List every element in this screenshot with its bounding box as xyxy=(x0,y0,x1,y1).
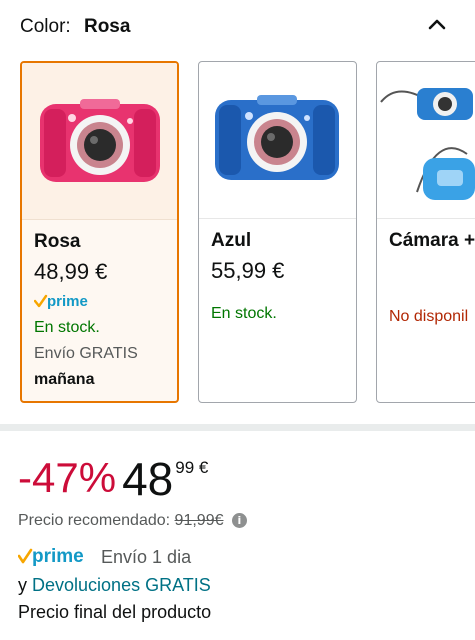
product-image-rosa xyxy=(22,63,177,220)
stock-status: No disponil xyxy=(389,308,469,325)
selected-color-value: Rosa xyxy=(83,16,131,37)
pink-camera-image xyxy=(40,99,160,182)
returns-line: y Devoluciones GRATIS xyxy=(18,575,211,596)
shipping-day: mañana xyxy=(34,371,95,388)
discount-percent: -47% xyxy=(18,454,117,501)
price-currency: € xyxy=(198,458,209,477)
prime-check-icon: prime xyxy=(33,293,88,310)
swatch-card-camara-plus[interactable]: Cámara + No disponil xyxy=(376,61,475,403)
price-cents: 99 xyxy=(175,458,195,477)
color-label: Color: xyxy=(20,16,71,37)
prime-label: prime xyxy=(47,293,88,310)
chevron-up-icon[interactable] xyxy=(422,12,452,36)
shipping-text: Envío GRATIS xyxy=(34,345,138,362)
prime-logo-icon: prime xyxy=(17,546,84,567)
swatch-name: Cámara + xyxy=(389,230,475,251)
info-icon[interactable]: i xyxy=(231,513,247,529)
delivery-text: Envío 1 dia xyxy=(101,547,192,567)
color-selector-label: Color: Rosa xyxy=(20,16,130,38)
deal-price-block: -47% 48 99 € xyxy=(18,454,208,504)
free-returns-link[interactable]: Devoluciones GRATIS xyxy=(32,575,211,595)
prime-delivery: prime Envío 1 dia xyxy=(17,545,192,568)
swatch-price: 55,99 € xyxy=(211,258,285,283)
swatch-card-azul[interactable]: Azul 55,99 € En stock. xyxy=(198,61,357,403)
section-divider xyxy=(0,424,475,431)
stock-status: En stock. xyxy=(211,305,277,322)
product-image-azul xyxy=(199,62,356,219)
swatch-card-rosa[interactable]: Rosa 48,99 € prime En stock. Envío GRATI… xyxy=(20,61,179,403)
swatch-name: Rosa xyxy=(34,231,81,252)
blue-camera-image xyxy=(215,95,339,180)
product-image-bundle xyxy=(377,62,475,219)
price-whole: 48 xyxy=(122,453,174,505)
stock-status: En stock. xyxy=(34,319,100,336)
swatch-name: Azul xyxy=(211,230,252,251)
swatch-price: 48,99 € xyxy=(34,259,108,284)
prime-badge: prime xyxy=(33,291,173,311)
returns-prefix: y xyxy=(18,575,27,595)
recommended-value: 91,99€ xyxy=(174,512,224,529)
final-price-note: Precio final del producto xyxy=(18,602,212,622)
camera-bundle-image xyxy=(380,88,475,200)
recommended-price: Precio recomendado: 91,99€ i xyxy=(18,512,247,530)
prime-logo-label: prime xyxy=(32,546,84,567)
recommended-label: Precio recomendado: xyxy=(18,512,171,529)
price-fraction: 99 € xyxy=(175,458,208,477)
color-swatch-carousel[interactable]: Rosa 48,99 € prime En stock. Envío GRATI… xyxy=(0,61,475,405)
